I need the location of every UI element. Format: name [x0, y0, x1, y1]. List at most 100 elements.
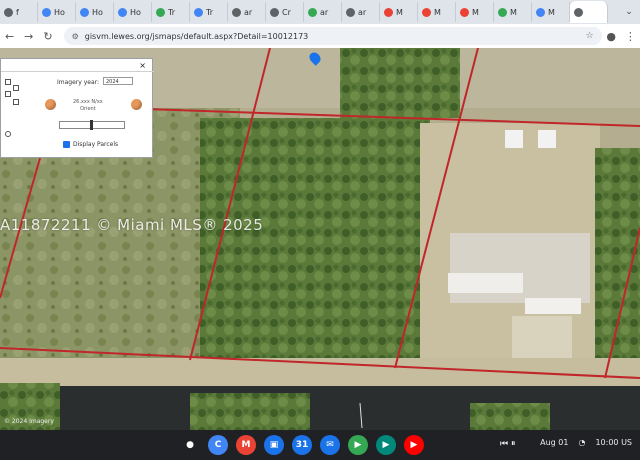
pan-tool-icon[interactable] [5, 79, 11, 85]
tab-label: ar [244, 7, 253, 17]
tab-search-icon[interactable]: ⌄ [618, 7, 640, 17]
calendar-app-icon[interactable]: 31 [292, 435, 312, 455]
tree-cluster-north [340, 48, 460, 118]
imagery-credit: © 2024 Imagery [4, 418, 54, 425]
tab-favicon-icon [118, 7, 127, 17]
tab-label: ar [320, 7, 329, 17]
imagery-year-select[interactable]: 2024 [103, 77, 133, 85]
profile-icon[interactable]: ● [602, 30, 621, 43]
tab-label: Ho [92, 7, 103, 17]
tab-label: ar [358, 7, 367, 17]
browser-tab[interactable]: Tr [190, 2, 228, 22]
messages-app-icon[interactable]: ✉ [320, 435, 340, 455]
close-icon[interactable]: × [139, 61, 146, 70]
browser-tab[interactable] [570, 1, 608, 23]
tab-favicon-icon [498, 7, 507, 17]
tab-favicon-icon [422, 7, 431, 17]
rotate-right-knob[interactable] [131, 99, 142, 110]
browser-tab[interactable]: M [494, 2, 532, 22]
browser-tab[interactable]: M [532, 2, 570, 22]
tab-favicon-icon [460, 7, 469, 17]
trees-east [595, 148, 640, 388]
meet-app-icon[interactable]: ▶ [376, 435, 396, 455]
tab-favicon-icon [194, 7, 203, 17]
tab-label: Ho [54, 7, 65, 17]
carport [525, 298, 581, 314]
back-icon[interactable]: ← [0, 30, 19, 43]
tab-label: M [472, 7, 479, 17]
tab-favicon-icon [156, 7, 165, 17]
tab-label: f [16, 7, 19, 17]
slider-thumb[interactable] [90, 120, 93, 130]
wifi-icon: ◔ [578, 438, 586, 447]
zoom-tool-icon[interactable] [13, 85, 19, 91]
display-parcels-checkbox[interactable] [63, 141, 70, 148]
browser-tab[interactable]: Tr [152, 2, 190, 22]
browser-tab[interactable]: ar [342, 2, 380, 22]
forward-icon[interactable]: → [19, 30, 38, 43]
browser-tab[interactable]: Ho [114, 2, 152, 22]
tab-label: Tr [206, 7, 213, 17]
tab-favicon-icon [308, 7, 317, 17]
browser-tab[interactable]: Ho [38, 2, 76, 22]
browser-tab[interactable]: M [418, 2, 456, 22]
bookmark-star-icon[interactable]: ☆ [586, 31, 594, 41]
globe-icon[interactable] [5, 131, 11, 137]
browser-tab[interactable]: M [380, 2, 418, 22]
tab-label: Cr [282, 7, 291, 17]
menu-icon[interactable]: ⋮ [621, 30, 640, 43]
tab-favicon-icon [536, 7, 545, 17]
map-tools-panel: × Imagery year: 2024 26.xxx N/xx Orient … [0, 58, 154, 158]
browser-tab[interactable]: ar [228, 2, 266, 22]
shed-2 [538, 130, 556, 148]
coordinate-readout: 26.xxx N/xx Orient [73, 99, 103, 113]
shelf-apps: ● C M ▣ 31 ✉ ▶ ▶ ▶ [180, 435, 424, 455]
reload-icon[interactable]: ↻ [38, 30, 57, 43]
mls-watermark: A11872211 © Miami MLS® 2025 [0, 216, 264, 234]
play-store-app-icon[interactable]: ▶ [348, 435, 368, 455]
tab-favicon-icon [574, 7, 583, 17]
site-info-icon[interactable]: ⚙ [72, 32, 79, 41]
house-wing [448, 273, 523, 293]
gmail-app-icon[interactable]: M [236, 435, 256, 455]
browser-tab[interactable]: f [0, 2, 38, 22]
opacity-slider[interactable] [59, 120, 125, 130]
lot-center [200, 118, 430, 368]
tab-favicon-icon [270, 7, 279, 17]
launcher-app-icon[interactable]: ● [180, 435, 200, 455]
tab-label: M [434, 7, 441, 17]
browser-tab[interactable]: Ho [76, 2, 114, 22]
display-parcels-label: Display Parcels [73, 141, 119, 148]
tab-favicon-icon [232, 7, 241, 17]
tab-favicon-icon [4, 7, 13, 17]
tab-favicon-icon [384, 7, 393, 17]
panel-divider [1, 71, 154, 72]
tab-label: Tr [168, 7, 175, 17]
media-controls-icon[interactable]: ⏮ ⏸ [500, 439, 515, 449]
browser-tab[interactable]: M [456, 2, 494, 22]
youtube-app-icon[interactable]: ▶ [404, 435, 424, 455]
tab-strip: f Ho Ho Ho Tr Tr ar Cr ar ar M M M M M ⌄ [0, 0, 640, 24]
chrome-app-icon[interactable]: C [208, 435, 228, 455]
shed-1 [505, 130, 523, 148]
tab-label: M [548, 7, 555, 17]
os-shelf: ● C M ▣ 31 ✉ ▶ ▶ ▶ ⏮ ⏸ Aug 01 ◔ 10:00 US [0, 430, 640, 460]
tab-label: M [510, 7, 517, 17]
browser-tab[interactable]: ar [304, 2, 342, 22]
trees-southeast [470, 403, 550, 430]
coordinate-line-2: Orient [80, 106, 96, 112]
tab-favicon-icon [80, 7, 89, 17]
status-area[interactable]: Aug 01 ◔ 10:00 US [540, 438, 632, 447]
url-text: gisvm.lewes.org/jsmaps/default.aspx?Deta… [84, 31, 309, 41]
identify-tool-icon[interactable] [13, 99, 19, 105]
measure-tool-icon[interactable] [5, 91, 11, 97]
tab-favicon-icon [346, 7, 355, 17]
address-bar[interactable]: ⚙ gisvm.lewes.org/jsmaps/default.aspx?De… [63, 27, 602, 45]
browser-tab[interactable]: Cr [266, 2, 304, 22]
files-app-icon[interactable]: ▣ [264, 435, 284, 455]
trees-south [190, 393, 310, 430]
rotate-left-knob[interactable] [45, 99, 56, 110]
coordinate-line-1: 26.xxx N/xx [73, 99, 103, 105]
tab-label: Ho [130, 7, 141, 17]
date-text: Aug 01 [540, 438, 569, 447]
